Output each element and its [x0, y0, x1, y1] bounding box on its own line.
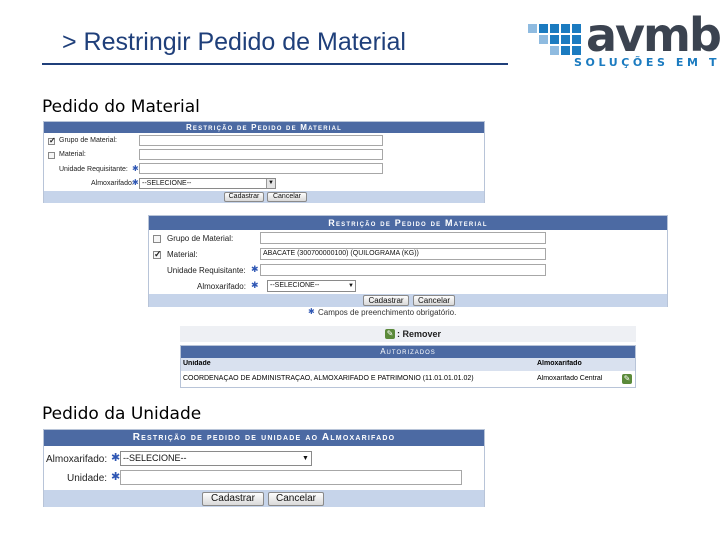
grupo-material-input[interactable] [139, 135, 383, 146]
material-checkbox[interactable] [48, 152, 55, 159]
required-icon: ✱ [251, 264, 259, 274]
section-title-unidade: Pedido da Unidade [42, 404, 202, 424]
required-icon: ✱ [251, 280, 259, 290]
grupo-material-checkbox[interactable] [153, 235, 161, 243]
material-restriction-form-material: Restrição de Pedido de Material Grupo de… [148, 215, 668, 307]
grupo-material-input[interactable] [260, 232, 546, 244]
unidade-requisitante-label: Unidade Requisitante: [59, 166, 128, 173]
material-label: Material: [167, 250, 198, 259]
remove-icon: ✎ [385, 329, 395, 339]
table-header-row: Unidade Almoxarifado [181, 358, 635, 371]
cadastrar-button[interactable]: Cadastrar [363, 295, 409, 306]
unidade-requisitante-label: Unidade Requisitante: [167, 266, 246, 275]
logo-wordmark: avmb [586, 8, 720, 62]
slide-title: > Restringir Pedido de Material [62, 28, 406, 56]
almoxarifado-select[interactable]: --SELECIONE-- ▼ [139, 178, 276, 189]
material-input[interactable] [139, 149, 383, 160]
avmb-logo: avmb SOLUÇÕES EM TI [528, 8, 720, 74]
cancelar-button[interactable]: Cancelar [413, 295, 455, 306]
required-icon: ✱ [132, 178, 139, 187]
chevron-down-icon[interactable]: ▼ [266, 179, 275, 188]
table-row: COORDENAÇÃO DE ADMINISTRAÇÃO, ALMOXARIFA… [181, 371, 635, 387]
required-icon: ✱ [111, 452, 121, 464]
column-header-unidade: Unidade [183, 360, 211, 367]
column-header-almoxarifado: Almoxarifado [537, 360, 582, 367]
unidade-restriction-form: Restrição de pedido de unidade ao Almoxa… [43, 429, 485, 507]
authorized-table: Autorizados Unidade Almoxarifado COORDEN… [180, 345, 636, 388]
required-icon: ✱ [132, 164, 139, 173]
material-label: Material: [59, 151, 86, 158]
almoxarifado-select-value: --SELECIONE-- [123, 453, 187, 463]
table-title: Autorizados [181, 346, 635, 358]
required-icon: ✱ [308, 307, 315, 316]
almoxarifado-label: Almoxarifado: [46, 454, 108, 465]
row-unidade: COORDENAÇÃO DE ADMINISTRAÇÃO, ALMOXARIFA… [183, 375, 474, 382]
grupo-material-label: Grupo de Material: [167, 234, 234, 243]
material-input[interactable]: ABACATE (300700000100) (QUILOGRAMA (KG)) [260, 248, 546, 260]
row-almoxarifado: Almoxarifado Central [537, 375, 603, 382]
required-fields-note: Campos de preenchimento obrigatório. [318, 308, 457, 317]
material-restriction-form-group: Restrição de Pedido de Material ✓ Grupo … [43, 121, 485, 203]
cadastrar-button[interactable]: Cadastrar [224, 192, 264, 202]
form-header: Restrição de Pedido de Material [149, 216, 667, 230]
unidade-requisitante-input[interactable] [260, 264, 546, 276]
cancelar-button[interactable]: Cancelar [268, 492, 324, 506]
title-underline [42, 63, 508, 65]
almoxarifado-select[interactable]: --SELECIONE-- ▼ [267, 280, 356, 292]
unidade-input[interactable] [120, 470, 462, 485]
almoxarifado-select-value: --SELECIONE-- [142, 180, 192, 187]
unidade-label: Unidade: [67, 473, 108, 484]
almoxarifado-label: Almoxarifado: [91, 180, 134, 187]
required-icon: ✱ [111, 471, 121, 483]
remove-legend-label: : Remover [397, 329, 442, 339]
almoxarifado-label: Almoxarifado: [197, 282, 246, 291]
form-header: Restrição de pedido de unidade ao Almoxa… [44, 430, 484, 446]
material-checkbox[interactable]: ✓ [153, 249, 162, 259]
cadastrar-button[interactable]: Cadastrar [202, 492, 264, 506]
unidade-requisitante-input[interactable] [139, 163, 383, 174]
form-header: Restrição de Pedido de Material [44, 122, 484, 133]
legend-bar: ✎ : Remover [180, 326, 636, 342]
chevron-down-icon[interactable]: ▼ [347, 281, 355, 291]
chevron-down-icon[interactable]: ▼ [300, 452, 311, 465]
almoxarifado-select[interactable]: --SELECIONE-- ▼ [120, 451, 312, 466]
remove-icon[interactable]: ✎ [622, 374, 632, 384]
logo-tagline: SOLUÇÕES EM TI [574, 56, 720, 69]
section-title-material: Pedido do Material [42, 97, 200, 117]
grupo-material-checkbox[interactable]: ✓ [48, 136, 56, 145]
almoxarifado-select-value: --SELECIONE-- [270, 282, 320, 289]
grupo-material-label: Grupo de Material: [59, 137, 117, 144]
cancelar-button[interactable]: Cancelar [267, 192, 307, 202]
